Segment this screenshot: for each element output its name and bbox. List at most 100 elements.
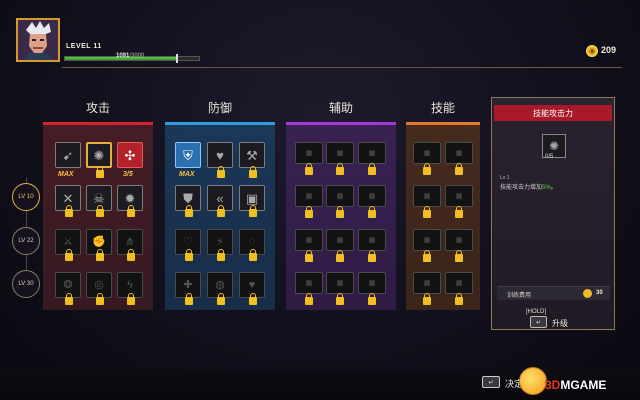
locked-placeholder-icon: ▦ — [368, 236, 376, 244]
lock-icon — [96, 293, 104, 305]
skill-skill-slot[interactable]: ▦ — [445, 185, 473, 207]
upgrade-button[interactable]: ↵ — [530, 316, 547, 328]
support-skill-slot[interactable]: ▦ — [295, 272, 323, 294]
lock-icon — [336, 250, 344, 262]
skill-skill-slot[interactable]: ▦ — [413, 229, 441, 251]
coin-count: 209 — [601, 45, 617, 55]
lock-icon — [249, 166, 257, 178]
locked-placeholder-icon: ▦ — [305, 149, 313, 157]
tier-marker-lv10: LV 10 — [12, 183, 40, 211]
lock-icon — [185, 293, 193, 305]
locked-placeholder-icon: ▦ — [455, 149, 463, 157]
locked-placeholder-icon: ▦ — [305, 192, 313, 200]
skill-skill-slot[interactable]: ▦ — [413, 185, 441, 207]
detail-desc-suffix: 。 — [550, 185, 557, 191]
lock-icon — [423, 206, 431, 218]
bolt-icon: ⚡ — [216, 235, 224, 248]
heart-icon: ♡ — [183, 235, 193, 248]
lock-icon — [249, 249, 257, 261]
spiral-icon: ❂ — [63, 278, 73, 291]
defense-skill-slot[interactable]: ⚒ — [239, 142, 265, 168]
locked-placeholder-icon: ▦ — [305, 236, 313, 244]
armor-icon: ⛊ — [183, 190, 193, 206]
lock-icon — [127, 293, 135, 305]
flame-burst-icon: ✹ — [124, 190, 136, 206]
tier-marker-lv30: LV 30 — [12, 270, 40, 298]
defense-skill-slot[interactable]: ♥ — [207, 142, 233, 168]
arrow-burst-icon: ➹ — [62, 147, 74, 163]
cost-label: 训练费用 — [507, 293, 532, 299]
lock-icon — [336, 163, 344, 175]
lock-icon — [185, 205, 193, 217]
support-skill-slot[interactable]: ▦ — [295, 142, 323, 164]
attack-skill-slot-selected[interactable]: ✺ — [86, 142, 112, 168]
hold-label: [HOLD] — [526, 309, 547, 315]
lock-icon — [217, 205, 225, 217]
cost-value: 30 — [596, 290, 603, 296]
support-panel: ▦ ▦ ▦ ▦ ▦ ▦ ▦ ▦ ▦ ▦ ▦ ▦ — [286, 122, 396, 310]
support-skill-slot[interactable]: ▦ — [295, 229, 323, 251]
column-title-support: 辅助 — [328, 101, 353, 115]
support-skill-slot[interactable]: ▦ — [358, 272, 386, 294]
support-skill-slot[interactable]: ▦ — [326, 142, 354, 164]
upgrade-label[interactable]: 升级 — [552, 318, 568, 329]
lock-icon — [455, 206, 463, 218]
enter-key-icon: ↵ — [535, 319, 542, 326]
dash-arrows-icon: « — [216, 190, 224, 206]
lock-icon — [336, 206, 344, 218]
skill-skill-slot[interactable]: ▦ — [445, 142, 473, 164]
locked-placeholder-icon: ▦ — [423, 236, 431, 244]
skill-skill-slot[interactable]: ▦ — [445, 272, 473, 294]
skill-skill-slot[interactable]: ▦ — [445, 229, 473, 251]
column-title-attack: 攻击 — [85, 101, 110, 115]
support-skill-slot[interactable]: ▦ — [295, 185, 323, 207]
lock-icon — [65, 249, 73, 261]
skill-skill-slot[interactable]: ▦ — [413, 272, 441, 294]
lock-icon — [185, 249, 193, 261]
sword-icon: ⚔ — [63, 235, 73, 248]
support-skill-slot[interactable]: ▦ — [358, 229, 386, 251]
shield-icon: ⛨ — [183, 147, 193, 163]
support-skill-slot[interactable]: ▦ — [358, 185, 386, 207]
crossed-arrows-icon: ✕ — [62, 190, 74, 206]
support-skill-slot[interactable]: ▦ — [326, 185, 354, 207]
xp-max: /3000 — [129, 53, 145, 59]
locked-placeholder-icon: ▦ — [336, 236, 344, 244]
lock-icon — [455, 293, 463, 305]
tier-label: LV 10 — [18, 194, 34, 200]
skill-panel: ▦ ▦ ▦ ▦ ▦ ▦ ▦ ▦ — [406, 122, 480, 310]
lock-icon — [249, 293, 257, 305]
detail-description: 技能攻击力增加5%。 — [500, 182, 557, 191]
tier-label: LV 22 — [18, 238, 34, 244]
avatar-portrait-icon — [18, 20, 58, 60]
watermark: 3DMGAME — [545, 378, 606, 392]
ring-icon: ◌ — [248, 235, 256, 248]
detail-desc-prefix: 技能攻击力增加 — [500, 185, 543, 191]
lock-icon — [423, 293, 431, 305]
lock-icon — [96, 205, 104, 217]
defense-skill-slot[interactable]: ⛨ — [175, 142, 201, 168]
locked-placeholder-icon: ▦ — [455, 236, 463, 244]
attack-skill-slot[interactable]: ✣ — [117, 142, 143, 168]
lock-icon — [249, 205, 257, 217]
confirm-button[interactable]: ↵ — [482, 376, 500, 388]
attack-skill-slot[interactable]: ➹ — [55, 142, 81, 168]
watermark-part2: MGAME — [560, 378, 607, 392]
detail-rank: 0/5 — [545, 154, 554, 160]
lock-icon — [217, 249, 225, 261]
header-divider — [62, 67, 622, 68]
support-skill-slot[interactable]: ▦ — [326, 229, 354, 251]
support-skill-slot[interactable]: ▦ — [358, 142, 386, 164]
lock-icon — [455, 163, 463, 175]
lock-icon — [423, 163, 431, 175]
rank-badge: 3/5 — [123, 171, 133, 178]
skill-skill-slot[interactable]: ▦ — [413, 142, 441, 164]
support-skill-slot[interactable]: ▦ — [326, 272, 354, 294]
max-badge: MAX — [179, 171, 195, 178]
locked-placeholder-icon: ▦ — [423, 149, 431, 157]
enter-key-icon: ↵ — [488, 379, 494, 386]
player-avatar — [16, 18, 60, 62]
lock-icon — [368, 163, 376, 175]
max-badge: MAX — [58, 171, 74, 178]
detail-level: Lv 1 — [500, 175, 510, 181]
